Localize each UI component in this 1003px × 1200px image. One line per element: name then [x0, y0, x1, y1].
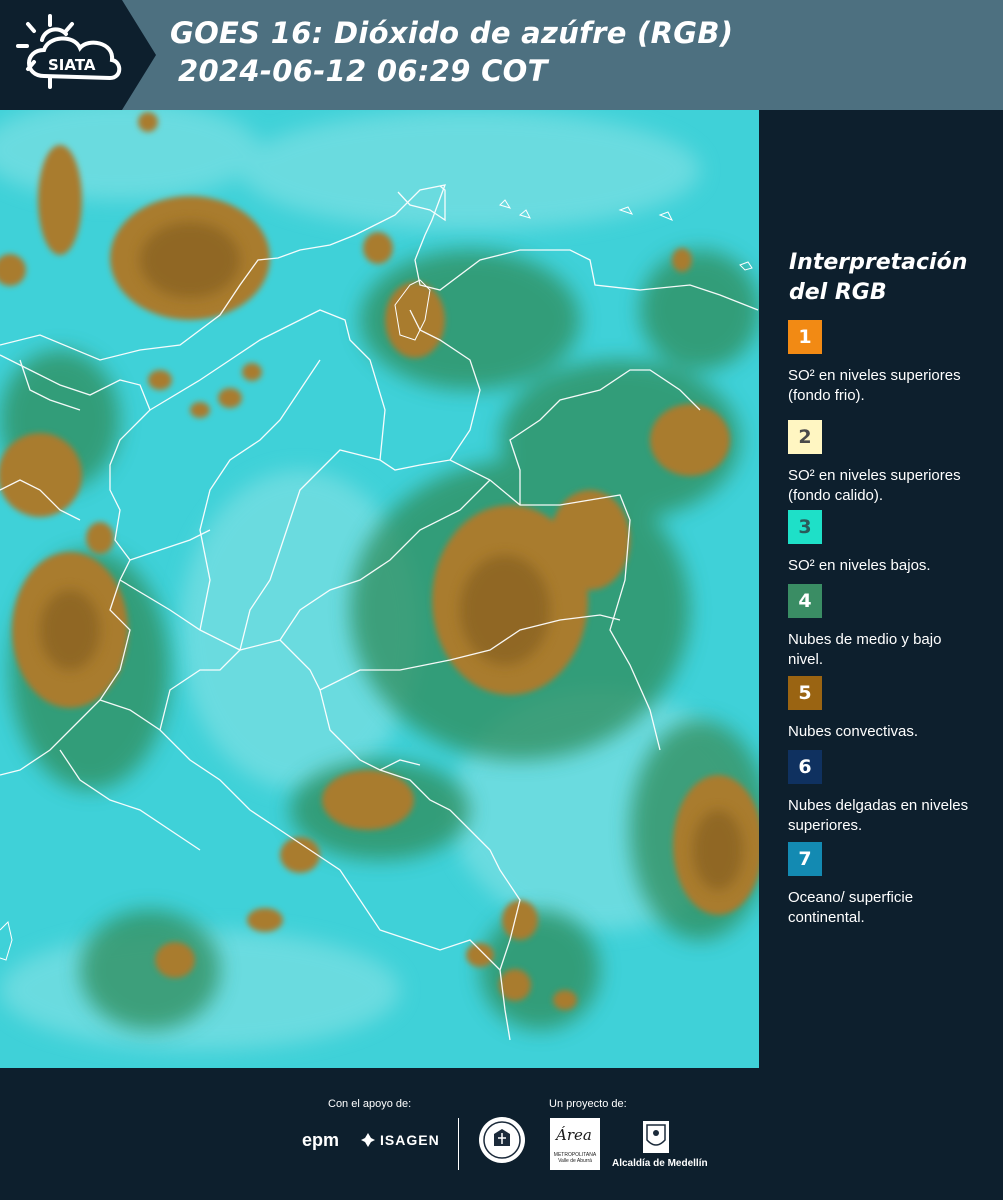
- project-label: Un proyecto de:: [549, 1098, 627, 1110]
- header: SIATA GOES 16: Dióxido de azúfre (RGB) 2…: [0, 0, 1003, 110]
- legend-item-2: 2 SO² en niveles superiores (fondo calid…: [788, 420, 978, 506]
- svg-text:SIATA: SIATA: [48, 56, 96, 74]
- legend-label: Oceano/ superficie continental.: [788, 889, 914, 926]
- legend-item-3: 3 SO² en niveles bajos.: [788, 510, 978, 576]
- legend-number: 5: [798, 682, 812, 704]
- legend-item-4: 4 Nubes de medio y bajo nivel.: [788, 584, 978, 670]
- legend-number: 1: [798, 326, 812, 348]
- footer: Con el apoyo de: epm ISAGEN Un proyecto …: [0, 1068, 1003, 1200]
- legend-number: 3: [798, 516, 812, 538]
- legend-number: 4: [798, 590, 812, 612]
- legend-label: SO² en niveles bajos.: [788, 557, 931, 574]
- legend-label: Nubes de medio y bajo nivel.: [788, 631, 942, 668]
- satellite-image: [0, 110, 759, 1068]
- epm-logo: epm: [302, 1130, 340, 1150]
- siata-logo: SIATA: [16, 14, 122, 89]
- legend-swatch: 5: [788, 676, 822, 710]
- alcaldia-label: Alcaldía de Medellín: [612, 1158, 708, 1169]
- legend-swatch: 4: [788, 584, 822, 618]
- legend-label: Nubes delgadas en niveles superiores.: [788, 797, 969, 834]
- support-label: Con el apoyo de:: [328, 1098, 412, 1110]
- title-datetime: 2024-06-12 06:29 COT: [178, 54, 548, 88]
- legend-item-5: 5 Nubes convectivas.: [788, 676, 978, 742]
- legend-item-1: 1 SO² en niveles superiores (fondo frio)…: [788, 320, 978, 406]
- legend-swatch: 1: [788, 320, 822, 354]
- legend-swatch: 6: [788, 750, 822, 784]
- legend-number: 6: [798, 756, 812, 778]
- area-metropolitana-logo: Área METROPOLITANA Valle de Aburrá: [550, 1118, 600, 1170]
- legend-swatch: 3: [788, 510, 822, 544]
- isagen-logo: ISAGEN: [360, 1132, 440, 1148]
- legend-label: Nubes convectivas.: [788, 723, 919, 740]
- legend-panel: Interpretación del RGB 1 SO² en niveles …: [760, 110, 1003, 1068]
- legend-item-6: 6 Nubes delgadas en niveles superiores.: [788, 750, 978, 836]
- isagen-label: ISAGEN: [380, 1132, 440, 1148]
- satellite-map: [0, 110, 759, 1068]
- title-product: GOES 16: Dióxido de azúfre (RGB): [170, 16, 734, 50]
- footer-divider: [458, 1118, 459, 1170]
- legend-title: Interpretación del RGB: [789, 250, 968, 305]
- legend-number: 7: [798, 848, 812, 870]
- legend-swatch: 7: [788, 842, 822, 876]
- legend-swatch: 2: [788, 420, 822, 454]
- legend-item-7: 7 Oceano/ superficie continental.: [788, 842, 978, 928]
- area-sub: METROPOLITANA Valle de Aburrá: [553, 1152, 597, 1164]
- area-word: Área: [556, 1126, 592, 1144]
- map-title: GOES 16: Dióxido de azúfre (RGB) 2024-06…: [170, 14, 733, 90]
- medellin-seal-icon: [479, 1117, 525, 1163]
- legend-number: 2: [798, 426, 812, 448]
- legend-label: SO² en niveles superiores (fondo frio).: [788, 367, 961, 404]
- isagen-icon: [361, 1133, 375, 1147]
- alcaldia-shield-icon: [643, 1121, 669, 1153]
- legend-label: SO² en niveles superiores (fondo calido)…: [788, 467, 961, 504]
